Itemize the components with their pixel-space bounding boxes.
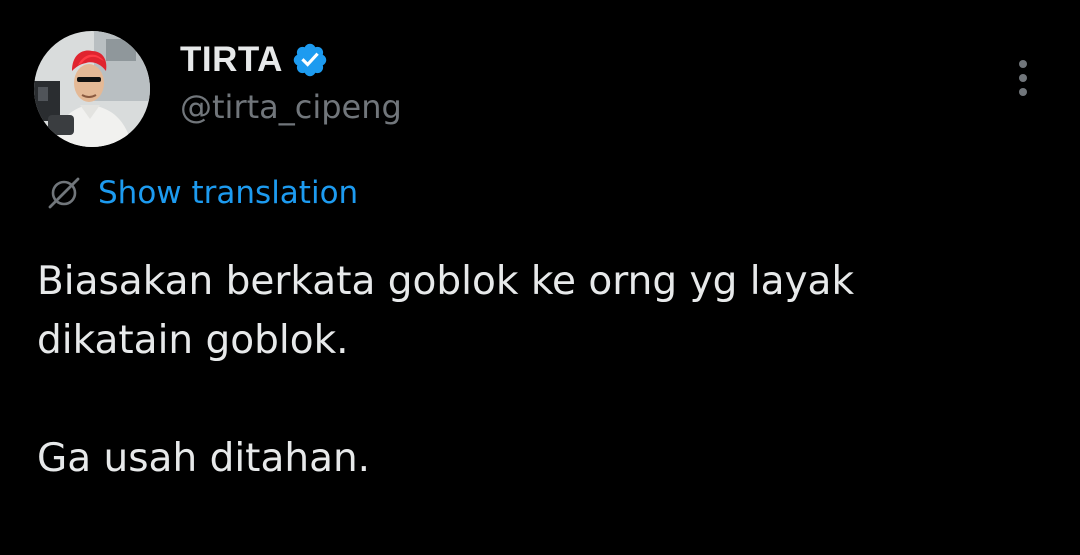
globe-slash-icon: [48, 177, 80, 209]
display-name[interactable]: TIRTA: [180, 40, 283, 80]
tweet-line: dikatain goblok.: [37, 318, 349, 363]
show-translation-label: Show translation: [98, 175, 359, 211]
tweet-text: Biasakan berkata goblok ke orng yg layak…: [37, 252, 1047, 488]
tweet-line: Ga usah ditahan.: [37, 436, 371, 481]
show-translation-link[interactable]: Show translation: [46, 171, 358, 215]
tweet-card: TIRTA @tirta_cipeng Show translation Bia…: [0, 0, 1080, 555]
more-vertical-icon: [1019, 60, 1027, 96]
more-options-button[interactable]: [1003, 54, 1043, 102]
verified-badge-icon: [291, 41, 329, 79]
user-handle[interactable]: @tirta_cipeng: [180, 88, 402, 126]
tweet-line: Biasakan berkata goblok ke orng yg layak: [37, 259, 855, 304]
avatar-photo: [34, 31, 150, 147]
author-name-row: TIRTA: [180, 38, 329, 82]
avatar[interactable]: [34, 31, 150, 147]
